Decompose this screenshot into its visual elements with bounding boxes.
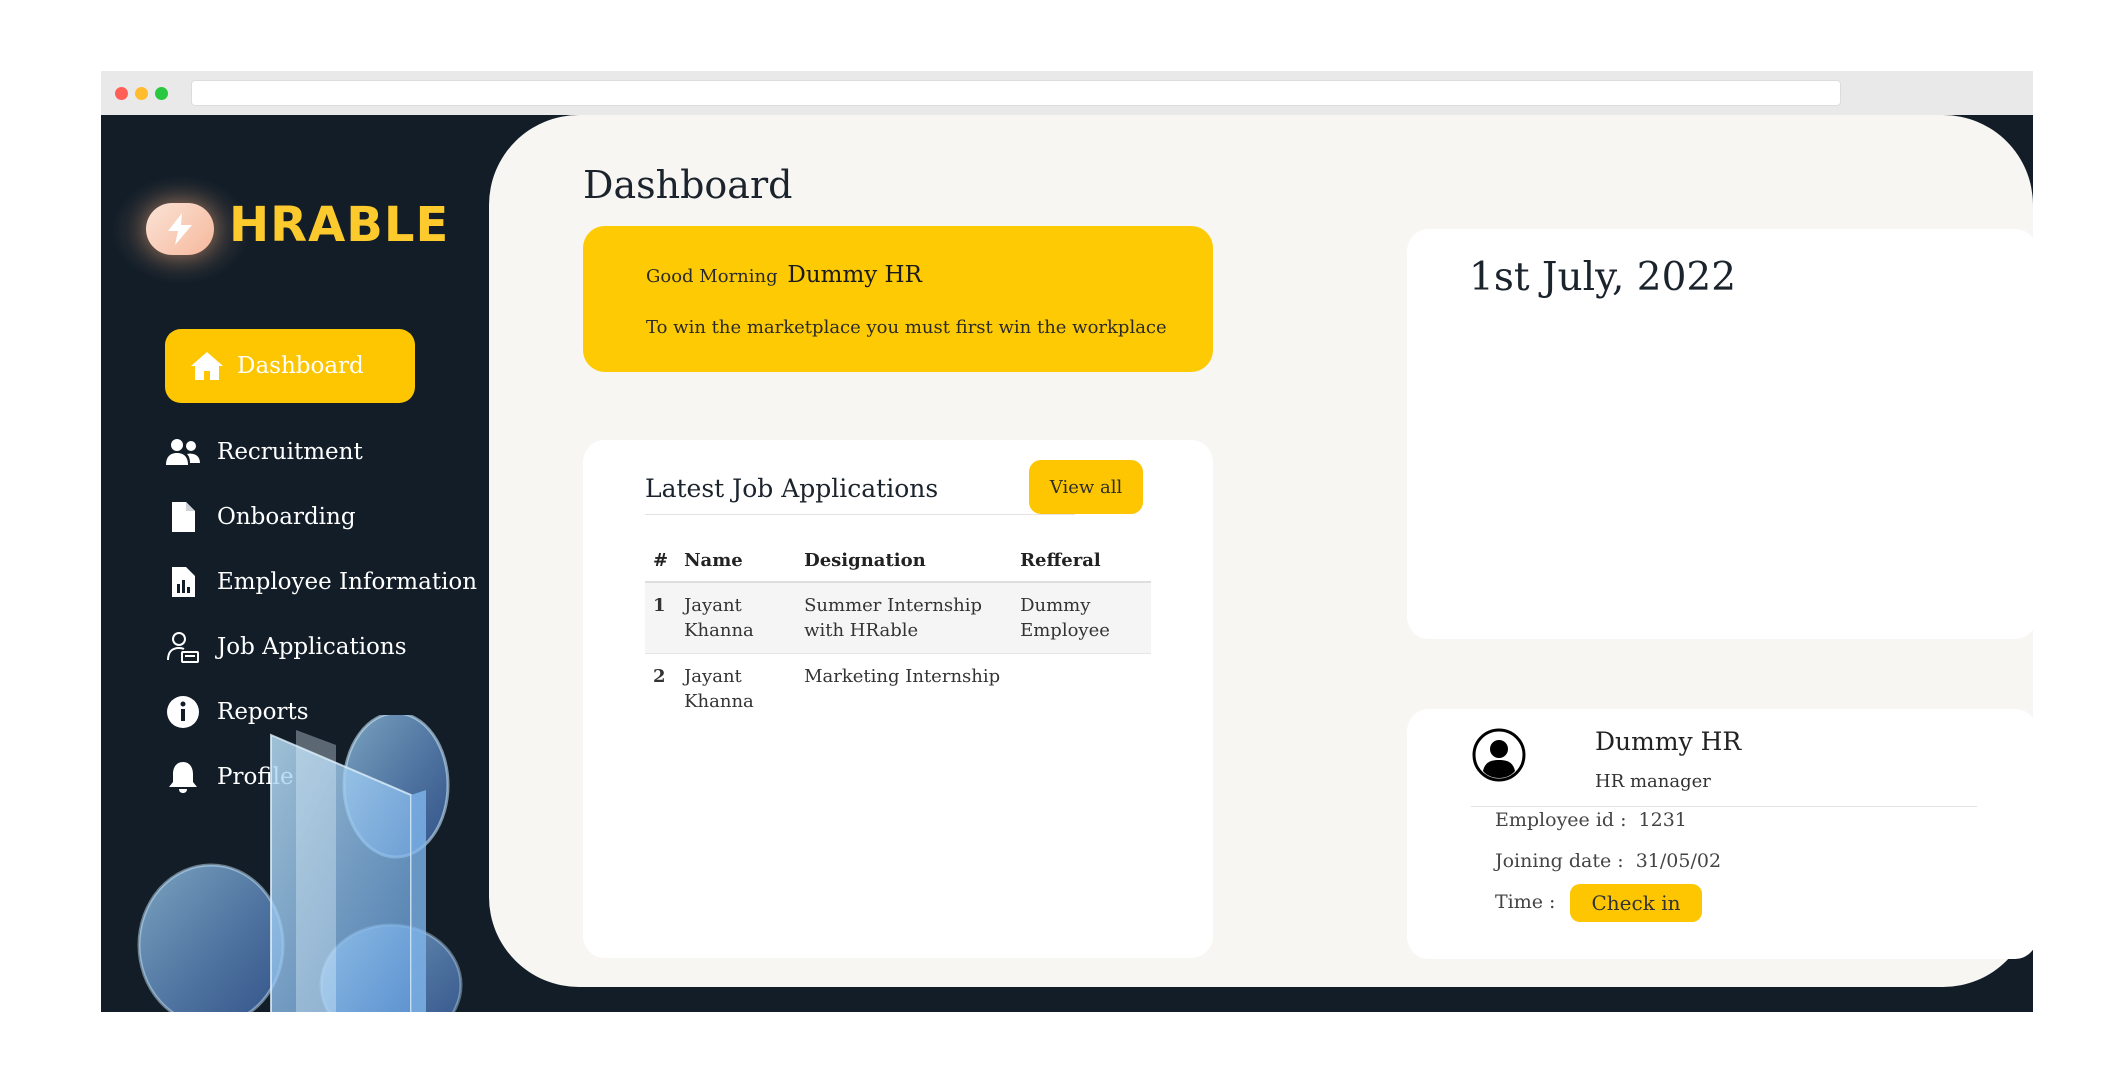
sidebar: HRABLE Dashboard Recruitment Onboarding bbox=[101, 115, 491, 1012]
divider bbox=[1471, 806, 1977, 807]
cell-number: 2 bbox=[645, 653, 677, 724]
users-icon bbox=[165, 434, 201, 470]
profile-role: HR manager bbox=[1595, 771, 1711, 792]
time-label: Time : bbox=[1495, 891, 1556, 913]
greeting-card: Good Morning Dummy HR To win the marketp… bbox=[583, 226, 1213, 372]
cell-referral bbox=[1012, 653, 1151, 724]
bell-icon bbox=[165, 759, 201, 795]
maximize-window-dot[interactable] bbox=[155, 87, 168, 100]
browser-window: HRABLE Dashboard Recruitment Onboarding bbox=[101, 71, 2033, 1012]
table-header-row: # Name Designation Refferal bbox=[645, 550, 1151, 583]
cell-designation: Summer Internship with HRable bbox=[796, 582, 1013, 654]
main-panel: Dashboard Good Morning Dummy HR To win t… bbox=[489, 115, 2033, 987]
joining-date-row: Joining date : 31/05/02 bbox=[1495, 850, 1721, 872]
sidebar-item-label: Dashboard bbox=[237, 353, 364, 379]
divider bbox=[645, 514, 1075, 515]
sidebar-item-label: Employee Information bbox=[217, 569, 478, 595]
cell-referral: Dummy Employee bbox=[1012, 582, 1151, 654]
column-header-name: Name bbox=[676, 550, 797, 583]
sidebar-item-employee-information[interactable]: Employee Information bbox=[165, 554, 477, 610]
sidebar-item-label: Profile bbox=[217, 764, 294, 790]
sidebar-item-job-applications[interactable]: Job Applications bbox=[165, 619, 407, 675]
greeting-prefix: Good Morning bbox=[646, 266, 778, 287]
sidebar-item-label: Onboarding bbox=[217, 504, 356, 530]
sidebar-item-profile[interactable]: Profile bbox=[165, 749, 294, 805]
sidebar-item-label: Recruitment bbox=[217, 439, 363, 465]
browser-toolbar bbox=[101, 71, 2033, 115]
cell-name: Jayant Khanna bbox=[676, 582, 797, 654]
view-all-button[interactable]: View all bbox=[1029, 460, 1143, 514]
profile-card: Dummy HR HR manager Employee id : 1231 Jo… bbox=[1407, 709, 2033, 959]
logo-text: HRABLE bbox=[229, 197, 450, 253]
greeting-line: Good Morning Dummy HR bbox=[646, 262, 922, 288]
greeting-name: Dummy HR bbox=[787, 262, 922, 288]
employee-id-row: Employee id : 1231 bbox=[1495, 809, 1687, 831]
current-date: 1st July, 2022 bbox=[1469, 255, 1737, 300]
sidebar-item-label: Job Applications bbox=[217, 634, 407, 660]
user-avatar-icon bbox=[1472, 728, 1526, 782]
lightning-logo-icon bbox=[146, 203, 214, 255]
cell-designation: Marketing Internship bbox=[796, 653, 1013, 724]
home-icon bbox=[189, 348, 225, 384]
sidebar-item-label: Reports bbox=[217, 699, 309, 725]
joining-date-value: 31/05/02 bbox=[1635, 850, 1722, 872]
date-card: 1st July, 2022 bbox=[1407, 229, 2033, 639]
address-bar[interactable] bbox=[191, 80, 1841, 106]
cell-number: 1 bbox=[645, 582, 677, 654]
page-title: Dashboard bbox=[583, 163, 793, 207]
sidebar-item-reports[interactable]: Reports bbox=[165, 684, 309, 740]
sidebar-item-dashboard[interactable]: Dashboard bbox=[165, 329, 415, 403]
minimize-window-dot[interactable] bbox=[135, 87, 148, 100]
employee-id-value: 1231 bbox=[1638, 809, 1687, 831]
column-header-number: # bbox=[645, 550, 677, 583]
joining-date-label: Joining date : bbox=[1495, 850, 1624, 872]
sidebar-item-onboarding[interactable]: Onboarding bbox=[165, 489, 356, 545]
info-icon bbox=[165, 694, 201, 730]
column-header-designation: Designation bbox=[796, 550, 1013, 583]
job-applications-card: Latest Job Applications View all # Name … bbox=[583, 440, 1213, 958]
employee-id-label: Employee id : bbox=[1495, 809, 1627, 831]
applications-table: # Name Designation Refferal 1 Jayant Kha… bbox=[645, 550, 1151, 724]
greeting-quote: To win the marketplace you must first wi… bbox=[646, 317, 1167, 338]
profile-name: Dummy HR bbox=[1595, 727, 1742, 756]
applications-title: Latest Job Applications bbox=[645, 474, 939, 503]
check-in-button[interactable]: Check in bbox=[1569, 884, 1703, 922]
time-row: Time : Check in bbox=[1495, 884, 1703, 922]
file-chart-icon bbox=[165, 564, 201, 600]
file-icon bbox=[165, 499, 201, 535]
close-window-dot[interactable] bbox=[115, 87, 128, 100]
table-row[interactable]: 1 Jayant Khanna Summer Internship with H… bbox=[645, 582, 1151, 654]
column-header-referral: Refferal bbox=[1012, 550, 1151, 583]
cell-name: Jayant Khanna bbox=[676, 653, 797, 724]
user-id-icon bbox=[165, 629, 201, 665]
table-row[interactable]: 2 Jayant Khanna Marketing Internship bbox=[645, 653, 1151, 724]
sidebar-item-recruitment[interactable]: Recruitment bbox=[165, 424, 363, 480]
